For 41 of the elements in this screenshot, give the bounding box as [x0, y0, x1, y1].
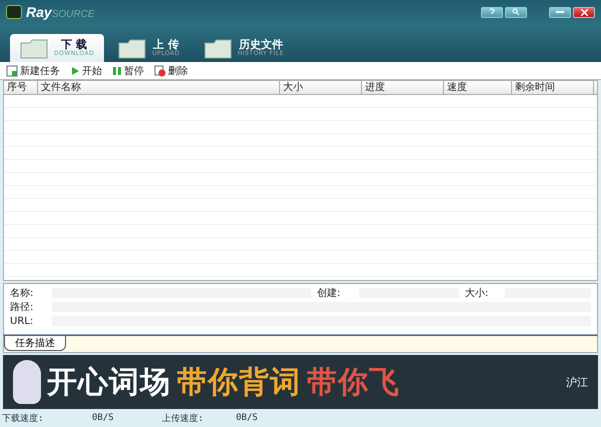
play-icon — [70, 66, 80, 76]
column-header[interactable]: 序号 — [4, 81, 38, 94]
minimize-button[interactable] — [549, 6, 571, 18]
question-icon — [489, 8, 495, 16]
folder-icon — [118, 37, 146, 59]
delete-icon — [154, 64, 166, 76]
field-label: 名称: — [10, 287, 34, 300]
status-value: 0B/S — [236, 413, 258, 423]
column-header[interactable]: 大小 — [280, 81, 362, 94]
logo-icon — [6, 5, 22, 19]
column-header[interactable]: 速度 — [444, 81, 512, 94]
minimize-icon — [556, 11, 564, 13]
toolbar-button[interactable]: 开始 — [70, 64, 102, 78]
status-label: 上传速度: — [162, 412, 204, 424]
toolbar-button[interactable]: 暂停 — [112, 64, 144, 78]
app-logo: RaySOURCE — [26, 4, 94, 20]
status-label: 下载速度: — [2, 412, 44, 424]
new-task-icon — [6, 64, 18, 76]
help-button[interactable] — [481, 6, 503, 18]
banner-text: 开心词场 — [47, 364, 171, 402]
pause-icon — [112, 66, 122, 76]
column-header[interactable]: 进度 — [362, 81, 444, 94]
status-value: 0B/S — [92, 413, 115, 423]
search-icon — [512, 8, 520, 16]
field-label: URL: — [10, 316, 34, 326]
banner-text: 带你背词 — [177, 364, 301, 402]
toolbar-button[interactable]: 新建任务 — [6, 64, 60, 78]
column-header[interactable]: 剩余时间 — [512, 81, 594, 94]
folder-icon — [20, 37, 48, 59]
field-label: 大小: — [465, 286, 490, 300]
column-header[interactable]: 文件名称 — [38, 81, 280, 94]
folder-icon — [204, 37, 232, 59]
tab[interactable]: 任务描述 — [4, 336, 66, 351]
field-label: 路径: — [10, 301, 34, 314]
brand-text: 沪江 — [566, 374, 588, 390]
close-icon — [580, 8, 588, 16]
close-button[interactable] — [573, 6, 595, 18]
field-label: 创建: — [317, 286, 342, 300]
banner-text: 带你飞 — [307, 364, 400, 402]
toolbar-button[interactable]: 删除 — [154, 64, 188, 78]
search-button[interactable] — [505, 6, 527, 18]
